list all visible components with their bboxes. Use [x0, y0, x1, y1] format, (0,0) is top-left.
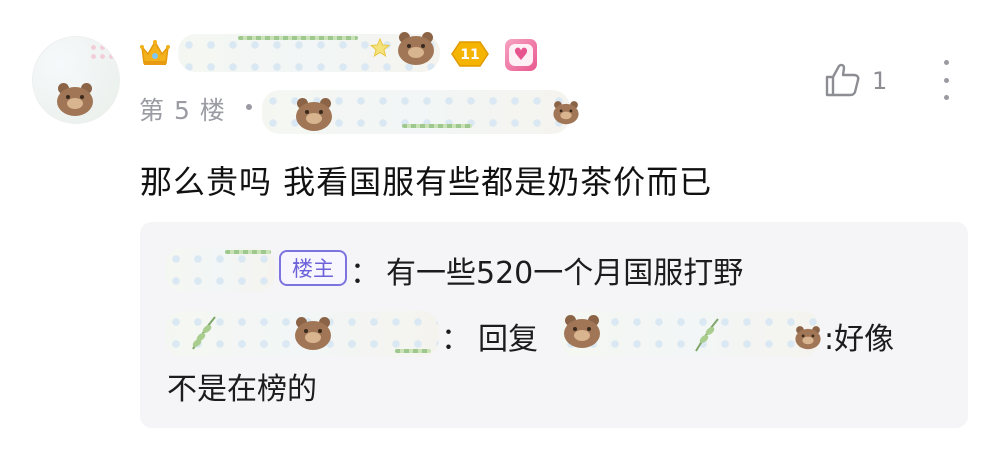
reply-suffix: :好像: [824, 322, 895, 357]
like-count: 1: [872, 67, 888, 95]
reply-author-masked[interactable]: [165, 248, 275, 292]
reply-author-masked[interactable]: [165, 311, 439, 357]
reply-colon: ：: [441, 322, 471, 357]
level-number: 11: [460, 47, 479, 63]
flower-decoration: [89, 43, 115, 63]
comment-text: 那么贵吗 我看国服有些都是奶茶价而已: [140, 163, 713, 201]
star-sticker-icon: [370, 38, 390, 58]
heart-badge-icon: ♥: [505, 39, 537, 71]
meta-masked: [262, 90, 579, 134]
leaf-sticker-icon: [192, 316, 216, 350]
user-avatar[interactable]: [32, 36, 120, 124]
reply-text-1: 有一些520一个月国服打野: [386, 256, 744, 291]
bear-sticker-icon: [552, 101, 580, 125]
like-icon[interactable]: [823, 60, 863, 100]
level-badge-icon: 11: [451, 41, 489, 67]
reply-text-2: 不是在榜的: [167, 372, 317, 407]
separator-dot: [246, 104, 252, 110]
op-tag: 楼主: [279, 250, 347, 286]
more-icon[interactable]: [938, 60, 954, 100]
reply-target-masked[interactable]: [560, 311, 822, 357]
crown-icon: [140, 40, 170, 65]
username-masked[interactable]: [178, 32, 440, 72]
reply-prefix: 回复: [478, 322, 538, 357]
floor-label: 第 5 楼: [139, 96, 226, 125]
bear-sticker-icon: [293, 317, 333, 351]
bear-sticker-icon: [562, 315, 602, 349]
leaf-sticker-icon: [695, 318, 719, 352]
bear-sticker-icon: [294, 98, 334, 132]
bear-sticker-icon: [794, 326, 822, 350]
reply-colon: ：: [350, 256, 380, 291]
bear-avatar-icon: [55, 83, 95, 117]
bear-sticker-icon: [396, 32, 436, 66]
